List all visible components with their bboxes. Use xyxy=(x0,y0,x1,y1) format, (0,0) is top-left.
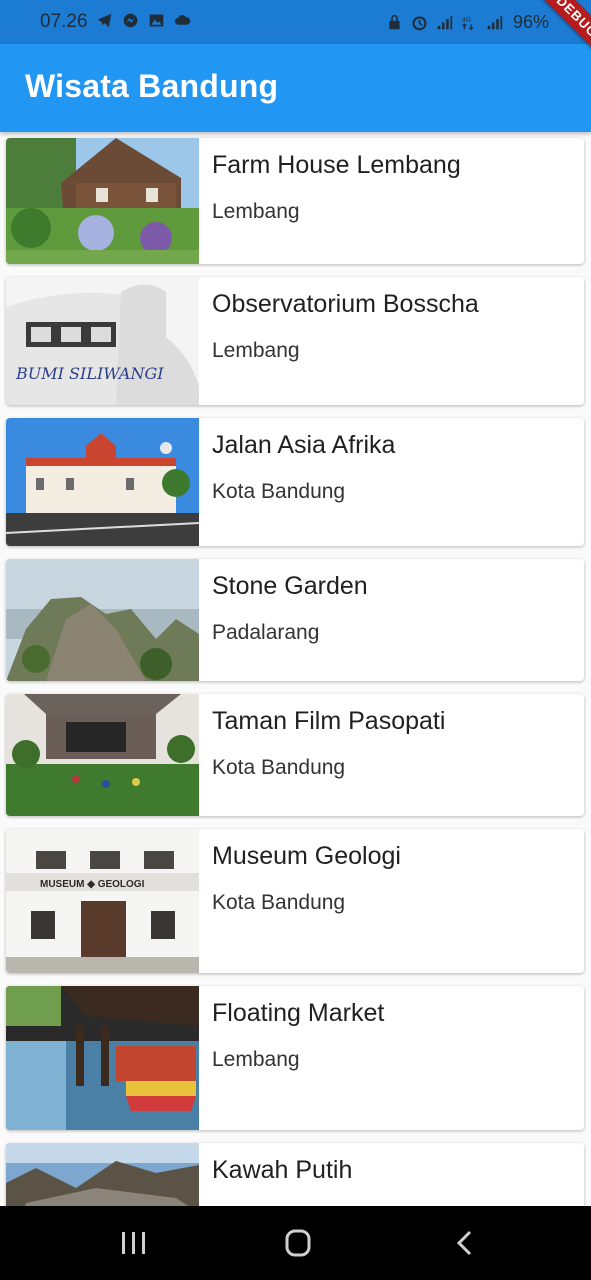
debug-banner: DEBUG xyxy=(491,0,591,70)
app-title: Wisata Bandung xyxy=(25,68,279,104)
sim-lock-icon xyxy=(389,14,400,30)
place-image: MUSEUM ◆ GEOLOGI xyxy=(6,829,199,973)
alarm-icon xyxy=(412,16,427,31)
place-location: Padalarang xyxy=(212,621,320,644)
place-card-farm-house[interactable]: Farm House Lembang Lembang xyxy=(6,138,584,264)
place-image xyxy=(6,1143,199,1206)
place-name: Floating Market xyxy=(212,999,385,1027)
place-image xyxy=(6,694,199,816)
place-card-taman-film-pasopati[interactable]: Taman Film Pasopati Kota Bandung xyxy=(6,694,584,816)
place-location: Kota Bandung xyxy=(212,891,346,914)
telegram-icon xyxy=(97,13,112,28)
place-image xyxy=(6,418,199,546)
museum-sign: MUSEUM ◆ GEOLOGI xyxy=(40,879,145,890)
place-location: Lembang xyxy=(212,339,300,362)
messenger-icon xyxy=(123,13,138,28)
svg-text:4G: 4G xyxy=(462,17,471,24)
place-card-kawah-putih[interactable]: Kawah Putih xyxy=(6,1143,584,1206)
place-card-museum-geologi[interactable]: MUSEUM ◆ GEOLOGI Museum Geologi Kota Ban… xyxy=(6,829,584,973)
place-location: Lembang xyxy=(212,1048,300,1071)
place-card-jalan-asia-afrika[interactable]: Jalan Asia Afrika Kota Bandung xyxy=(6,418,584,546)
place-name: Observatorium Bosscha xyxy=(212,290,479,318)
place-location: Lembang xyxy=(212,200,300,223)
place-name: Taman Film Pasopati xyxy=(212,707,446,735)
place-name: Museum Geologi xyxy=(212,842,401,870)
gallery-icon xyxy=(149,14,164,27)
debug-ribbon: DEBUG xyxy=(519,0,591,70)
back-icon[interactable] xyxy=(446,1228,486,1258)
building-sign: BUMI SILIWANGI xyxy=(15,364,164,383)
place-image xyxy=(6,138,199,264)
status-time: 07.26 xyxy=(40,11,88,32)
place-location: Kota Bandung xyxy=(212,756,346,779)
place-image: BUMI SILIWANGI xyxy=(6,277,199,405)
place-name: Farm House Lembang xyxy=(212,151,461,179)
place-card-floating-market[interactable]: Floating Market Lembang xyxy=(6,986,584,1130)
place-list[interactable]: Farm House Lembang Lembang BUMI SILIWANG… xyxy=(0,132,591,1206)
place-name: Jalan Asia Afrika xyxy=(212,431,396,459)
recents-icon[interactable] xyxy=(113,1228,153,1258)
place-name: Stone Garden xyxy=(212,572,368,600)
place-image xyxy=(6,559,199,681)
place-card-stone-garden[interactable]: Stone Garden Padalarang xyxy=(6,559,584,681)
place-card-observatorium-bosscha[interactable]: BUMI SILIWANGI Observatorium Bosscha Lem… xyxy=(6,277,584,405)
place-image xyxy=(6,986,199,1130)
signal-icon xyxy=(437,15,453,30)
navigation-bar xyxy=(0,1206,591,1280)
cloud-icon xyxy=(174,15,191,25)
notification-icons xyxy=(96,12,191,29)
4g-icon: 4G xyxy=(462,17,474,31)
place-location: Kota Bandung xyxy=(212,480,346,503)
place-name: Kawah Putih xyxy=(212,1156,353,1184)
home-icon[interactable] xyxy=(278,1228,318,1258)
